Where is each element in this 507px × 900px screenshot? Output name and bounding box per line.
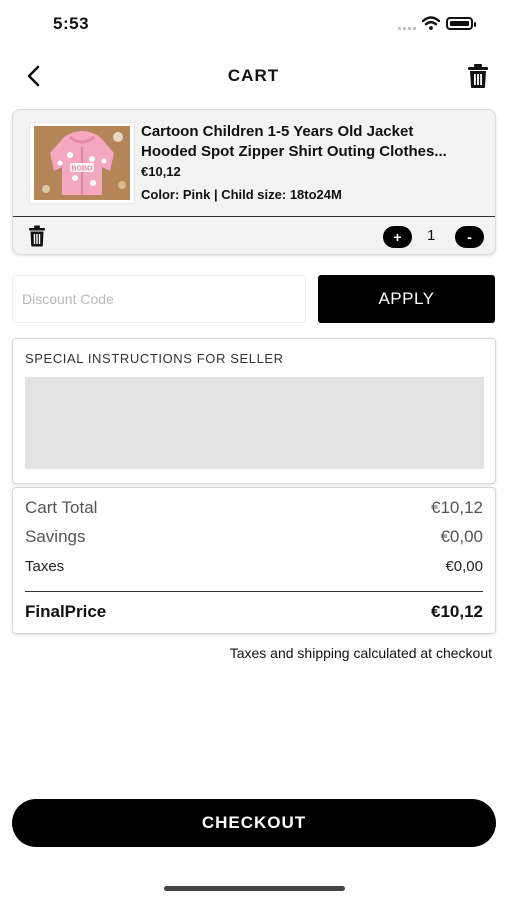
- quantity-decrease-button[interactable]: -: [455, 226, 484, 248]
- discount-code-input[interactable]: [12, 275, 306, 323]
- final-price-value: €10,12: [431, 602, 483, 621]
- remove-item-trash-icon[interactable]: [27, 225, 47, 247]
- final-price-label: FinalPrice: [25, 602, 107, 621]
- savings-value: €0,00: [440, 527, 483, 546]
- shipping-note: Taxes and shipping calculated at checkou…: [229, 645, 492, 661]
- svg-text:BOBO: BOBO: [72, 166, 94, 173]
- item-divider: [13, 216, 495, 217]
- apply-button[interactable]: APPLY: [318, 275, 495, 323]
- final-price-row: FinalPrice €10,12: [25, 602, 483, 622]
- product-thumbnail[interactable]: BOBO: [29, 122, 135, 204]
- cart-total-label: Cart Total: [25, 498, 98, 517]
- product-image: BOBO: [34, 126, 130, 200]
- battery-icon: [446, 16, 476, 30]
- totals-card: Cart Total €10,12 Savings €0,00 Taxes €0…: [12, 487, 496, 634]
- product-variant: Color: Pink | Child size: 18to24M: [141, 187, 342, 202]
- quantity-value: 1: [427, 227, 436, 244]
- product-title-line-1: Cartoon Children 1-5 Years Old Jacket: [141, 123, 414, 140]
- totals-divider: [25, 591, 483, 592]
- instructions-label: SPECIAL INSTRUCTIONS FOR SELLER: [25, 351, 284, 366]
- home-indicator[interactable]: [164, 886, 345, 891]
- taxes-label: Taxes: [25, 558, 65, 575]
- product-title-line-2: Hooded Spot Zipper Shirt Outing Clothes.…: [141, 143, 447, 160]
- trash-icon[interactable]: [465, 63, 491, 89]
- taxes-value: €0,00: [445, 558, 483, 575]
- quantity-increase-button[interactable]: +: [383, 226, 412, 248]
- instructions-textarea[interactable]: [25, 377, 484, 469]
- product-title[interactable]: Cartoon Children 1-5 Years Old Jacket Ho…: [141, 122, 489, 162]
- cart-item-card: BOBO Cartoon Children 1-5 Years Old Jack…: [12, 109, 496, 255]
- wifi-icon: [422, 16, 440, 30]
- instructions-card: SPECIAL INSTRUCTIONS FOR SELLER: [12, 338, 496, 484]
- signal-icon: [398, 16, 416, 30]
- checkout-button[interactable]: CHECKOUT: [12, 799, 496, 847]
- product-price: €10,12: [141, 164, 181, 179]
- cart-total-value: €10,12: [431, 498, 483, 517]
- page-title: CART: [227, 66, 280, 85]
- savings-label: Savings: [25, 527, 86, 546]
- status-icons: [398, 14, 476, 32]
- taxes-row: Taxes €0,00: [25, 558, 483, 575]
- cart-total-row: Cart Total €10,12: [25, 498, 483, 518]
- savings-row: Savings €0,00: [25, 527, 483, 547]
- status-time: 5:53: [53, 14, 90, 33]
